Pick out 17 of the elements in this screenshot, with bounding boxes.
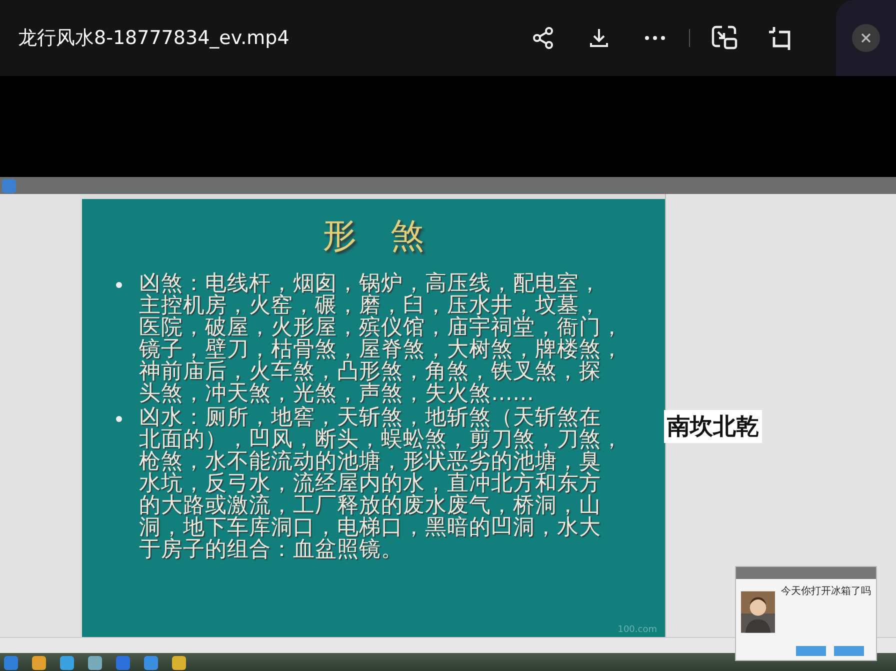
taskbar-icon[interactable] <box>144 656 158 670</box>
close-icon <box>860 32 872 44</box>
slide-paragraph: 凶水：厕所，地窖，天斩煞，地斩煞（天斩煞在 北面的），凹风，断头，蜈蚣煞，剪刀煞，刀煞， 枪煞，水不能流动的池塘，形状恶劣的池塘，臭 水坑，反弓水，流经屋内的水，直冲北方和东方 的大路或激流，工厂释放的废水废气，桥洞，山 洞，地下车库洞口，电梯口，黑暗的凹洞，水大 于房子的组合：血盆照镜。 <box>139 407 623 561</box>
slide-footer: 100.com <box>618 625 657 635</box>
taskbar-icon[interactable] <box>88 656 102 670</box>
caption: 南坎北乾 <box>664 410 762 443</box>
bullet-icon <box>116 282 122 288</box>
window-title: 龙行风水8-18777834_ev.mp4 <box>18 26 290 51</box>
taskbar-icon[interactable] <box>172 656 186 670</box>
notification-headline: 今天你打开冰箱了吗 <box>781 584 871 599</box>
taskbar-icon[interactable] <box>4 656 18 670</box>
taskbar-icon[interactable] <box>32 656 46 670</box>
slide-title: 形 煞 <box>322 215 424 258</box>
bullet-icon <box>116 416 122 422</box>
slide-paragraph: 凶煞：电线杆，烟囱，锅炉，高压线，配电室， 主控机房，火窑，碾，磨，臼，压水井，坟墓， 医院，破屋，火形屋，殡仪馆，庙宇祠堂，衙门， 镜子，壁刀，枯骨煞，屋脊煞，大树煞，牌楼煞， 神前庙后，火车煞，凸形煞，角煞，铁叉煞，探 头煞，冲天煞，光煞，声煞，失火煞…… <box>139 273 623 405</box>
close-button[interactable] <box>852 24 880 52</box>
taskbar-icon[interactable] <box>60 656 74 670</box>
